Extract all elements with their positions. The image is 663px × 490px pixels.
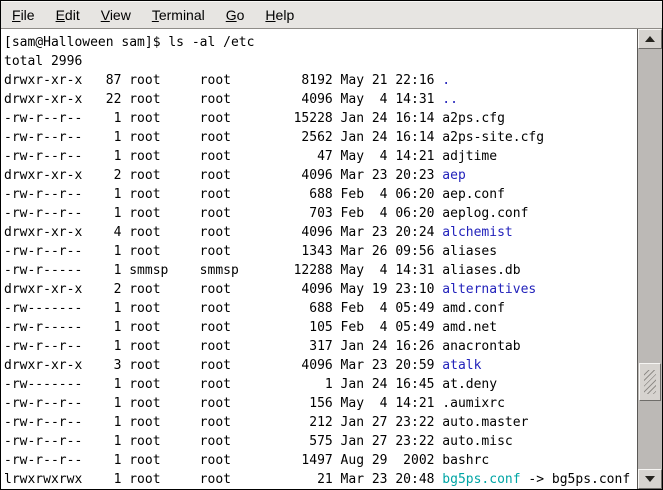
menu-item-go[interactable]: Go <box>226 2 245 28</box>
file-listing-row: -rw-r--r-- 1 root root 317 Jan 24 16:26 … <box>4 337 637 356</box>
file-listing-row: -rw------- 1 root root 688 Feb 4 05:49 a… <box>4 299 637 318</box>
row-text: [sam@Halloween sam]$ ls -al /etc <box>4 35 254 50</box>
file-listing-row: drwxr-xr-x 2 root root 4096 Mar 23 20:23… <box>4 166 637 185</box>
menu-item-help[interactable]: Help <box>265 2 294 28</box>
file-name: aliases.db <box>442 263 520 278</box>
symlink-target: -> bg5ps.conf <box>521 472 631 487</box>
directory-name: atalk <box>442 358 481 373</box>
directory-name: .. <box>442 92 458 107</box>
terminal-prompt-line: [sam@Halloween sam]$ ls -al /etc <box>4 33 637 52</box>
file-name: auto.misc <box>442 434 512 449</box>
file-listing-row: lrwxrwxrwx 1 root root 21 Mar 23 20:48 b… <box>4 470 637 489</box>
file-name: amd.conf <box>442 301 505 316</box>
symlink-name: bg5ps.conf <box>442 472 520 487</box>
row-metadata: -rw-r--r-- 1 root root 15228 Jan 24 16:1… <box>4 111 442 126</box>
scrollbar-trough[interactable] <box>638 49 662 469</box>
directory-name: alternatives <box>442 282 536 297</box>
row-metadata: -rw-r--r-- 1 root root 688 Feb 4 06:20 <box>4 187 442 202</box>
file-listing-row: -rw-r--r-- 1 root root 1343 Mar 26 09:56… <box>4 242 637 261</box>
file-listing-row: -rw-r--r-- 1 root root 47 May 4 14:21 ad… <box>4 147 637 166</box>
file-listing-row: -rw-r--r-- 1 root root 212 Jan 27 23:22 … <box>4 413 637 432</box>
file-listing-row: -rw-r--r-- 1 root root 688 Feb 4 06:20 a… <box>4 185 637 204</box>
terminal-output[interactable]: [sam@Halloween sam]$ ls -al /etc total 29… <box>1 29 637 489</box>
row-metadata: -rw-r--r-- 1 root root 47 May 4 14:21 <box>4 149 442 164</box>
row-metadata: drwxr-xr-x 2 root root 4096 May 19 23:10 <box>4 282 442 297</box>
row-metadata: drwxr-xr-x 4 root root 4096 Mar 23 20:24 <box>4 225 442 240</box>
file-listing-row: drwxr-xr-x 87 root root 8192 May 21 22:1… <box>4 71 637 90</box>
scroll-up-icon <box>645 36 655 42</box>
file-name: anacrontab <box>442 339 520 354</box>
row-metadata: -rw-r--r-- 1 root root 317 Jan 24 16:26 <box>4 339 442 354</box>
file-name: adjtime <box>442 149 497 164</box>
file-listing-row: drwxr-xr-x 22 root root 4096 May 4 14:31… <box>4 90 637 109</box>
file-listing-row: drwxr-xr-x 2 root root 4096 May 19 23:10… <box>4 280 637 299</box>
file-listing-row: -rw-r--r-- 1 root root 15228 Jan 24 16:1… <box>4 109 637 128</box>
row-metadata: -rw-r--r-- 1 root root 1497 Aug 29 2002 <box>4 453 442 468</box>
scrollbar-thumb[interactable] <box>639 363 661 401</box>
row-metadata: -rw------- 1 root root 1 Jan 24 16:45 <box>4 377 442 392</box>
menu-item-terminal[interactable]: Terminal <box>152 2 205 28</box>
row-metadata: drwxr-xr-x 2 root root 4096 Mar 23 20:23 <box>4 168 442 183</box>
terminal-window: File Edit View Terminal Go Help [sam@Hallowee… <box>0 0 663 490</box>
menu-bar: File Edit View Terminal Go Help <box>1 1 662 29</box>
menu-item-view[interactable]: View <box>101 2 131 28</box>
row-metadata: -rw-r----- 1 smmsp smmsp 12288 May 4 14:… <box>4 263 442 278</box>
file-listing-row: -rw-r----- 1 smmsp smmsp 12288 May 4 14:… <box>4 261 637 280</box>
terminal-total-line: total 2996 <box>4 52 637 71</box>
row-metadata: -rw-r--r-- 1 root root 575 Jan 27 23:22 <box>4 434 442 449</box>
file-listing-row: drwxr-xr-x 4 root root 4096 Mar 23 20:24… <box>4 223 637 242</box>
file-name: aliases <box>442 244 497 259</box>
row-metadata: -rw------- 1 root root 688 Feb 4 05:49 <box>4 301 442 316</box>
file-listing-row: -rw-r--r-- 1 root root 156 May 4 14:21 .… <box>4 394 637 413</box>
file-listing-row: -rw-r--r-- 1 root root 703 Feb 4 06:20 a… <box>4 204 637 223</box>
file-listing-row: -rw-r--r-- 1 root root 1497 Aug 29 2002 … <box>4 451 637 470</box>
row-metadata: -rw-r--r-- 1 root root 2562 Jan 24 16:14 <box>4 130 442 145</box>
row-metadata: -rw-r--r-- 1 root root 703 Feb 4 06:20 <box>4 206 442 221</box>
scroll-down-button[interactable] <box>638 469 662 489</box>
file-name: bashrc <box>442 453 489 468</box>
row-metadata: -rw-r--r-- 1 root root 156 May 4 14:21 <box>4 396 442 411</box>
file-name: auto.master <box>442 415 528 430</box>
row-metadata: -rw-r----- 1 root root 105 Feb 4 05:49 <box>4 320 442 335</box>
file-name: a2ps.cfg <box>442 111 505 126</box>
row-metadata: -rw-r--r-- 1 root root 1343 Mar 26 09:56 <box>4 244 442 259</box>
row-metadata: -rw-r--r-- 1 root root 212 Jan 27 23:22 <box>4 415 442 430</box>
menu-item-file[interactable]: File <box>12 2 35 28</box>
file-name: a2ps-site.cfg <box>442 130 544 145</box>
row-metadata: lrwxrwxrwx 1 root root 21 Mar 23 20:48 <box>4 472 442 487</box>
scrollbar <box>637 29 662 489</box>
scrollbar-grip-icon <box>644 370 656 394</box>
file-name: at.deny <box>442 377 497 392</box>
window-body: [sam@Halloween sam]$ ls -al /etc total 29… <box>1 29 662 489</box>
directory-name: aep <box>442 168 465 183</box>
scroll-down-icon <box>645 476 655 482</box>
directory-name: alchemist <box>442 225 512 240</box>
file-name: amd.net <box>442 320 497 335</box>
file-name: aeplog.conf <box>442 206 528 221</box>
directory-name: . <box>442 73 450 88</box>
menu-item-edit[interactable]: Edit <box>56 2 80 28</box>
row-metadata: drwxr-xr-x 22 root root 4096 May 4 14:31 <box>4 92 442 107</box>
row-text: total 2996 <box>4 54 82 69</box>
file-listing-row: -rw-r----- 1 root root 105 Feb 4 05:49 a… <box>4 318 637 337</box>
file-listing-row: -rw------- 1 root root 1 Jan 24 16:45 at… <box>4 375 637 394</box>
file-name: aep.conf <box>442 187 505 202</box>
row-metadata: drwxr-xr-x 3 root root 4096 Mar 23 20:59 <box>4 358 442 373</box>
file-name: .aumixrc <box>442 396 505 411</box>
scroll-up-button[interactable] <box>638 29 662 49</box>
row-metadata: drwxr-xr-x 87 root root 8192 May 21 22:1… <box>4 73 442 88</box>
file-listing-row: drwxr-xr-x 3 root root 4096 Mar 23 20:59… <box>4 356 637 375</box>
file-listing-row: -rw-r--r-- 1 root root 2562 Jan 24 16:14… <box>4 128 637 147</box>
file-listing-row: -rw-r--r-- 1 root root 575 Jan 27 23:22 … <box>4 432 637 451</box>
